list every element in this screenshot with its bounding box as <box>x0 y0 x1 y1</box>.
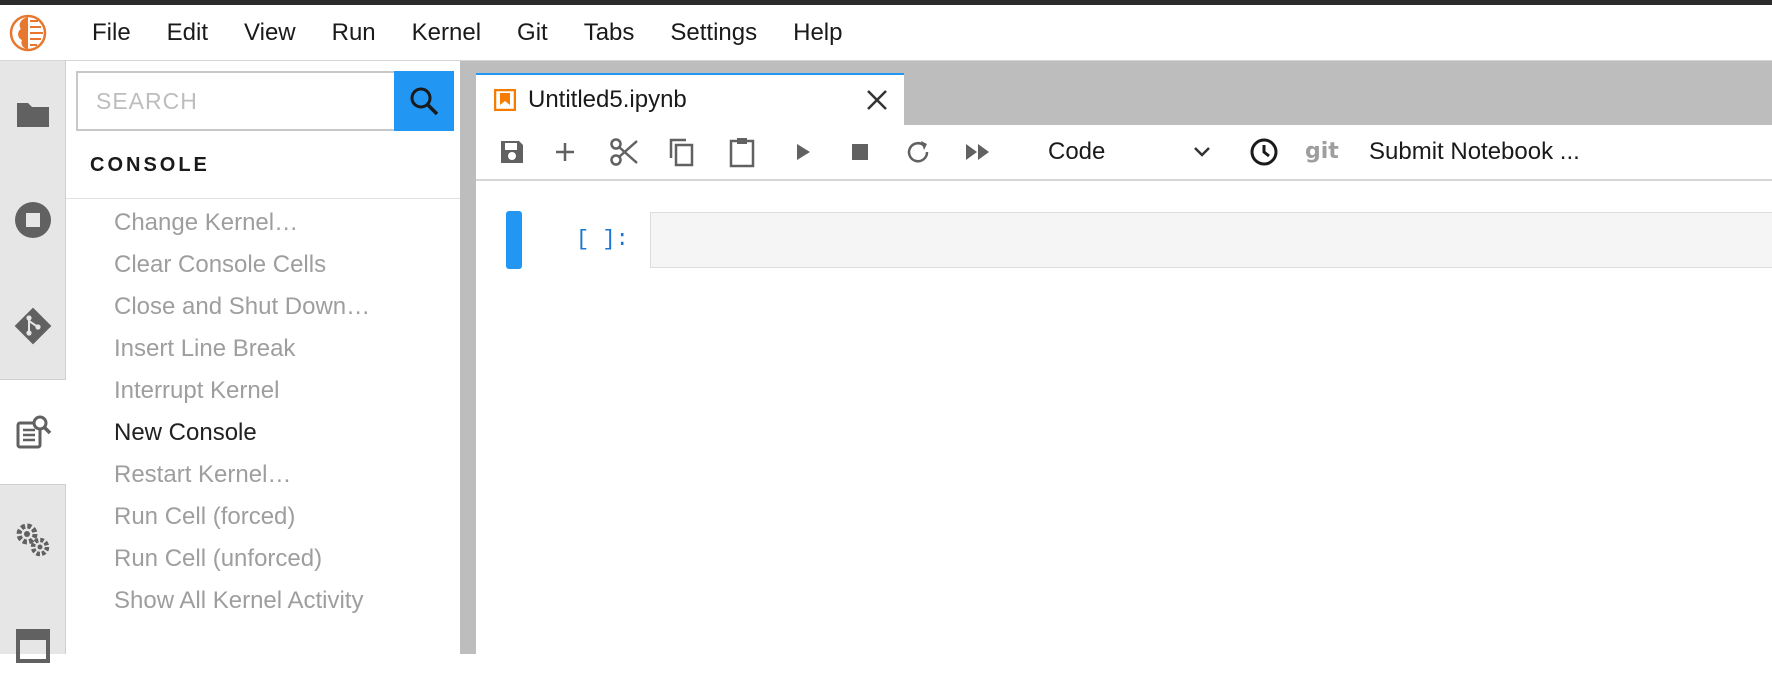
file-browser-tab[interactable] <box>0 61 66 167</box>
run-button[interactable] <box>784 125 820 179</box>
command-new-console[interactable]: New Console <box>66 412 460 454</box>
tab-bar: Untitled5.ipynb <box>476 61 1772 125</box>
interrupt-button[interactable] <box>842 125 878 179</box>
menu-list: File Edit View Run Kernel Git Tabs Setti… <box>74 5 860 61</box>
running-sessions-tab[interactable] <box>0 167 66 273</box>
menu-settings[interactable]: Settings <box>652 5 775 61</box>
insert-cell-button[interactable] <box>547 125 583 179</box>
command-insert-line-break[interactable]: Insert Line Break <box>66 328 460 370</box>
clock-icon <box>1250 138 1278 166</box>
app-logo-icon <box>2 5 54 61</box>
panel-splitter[interactable] <box>460 61 476 654</box>
menu-git[interactable]: Git <box>499 5 566 61</box>
activity-bar <box>0 61 67 663</box>
refresh-icon <box>907 141 929 163</box>
tab-title: Untitled5.ipynb <box>528 86 687 113</box>
chevron-down-icon <box>1194 147 1210 157</box>
section-title: CONSOLE <box>90 154 210 176</box>
search-button[interactable] <box>394 71 454 131</box>
command-run-cell-unforced[interactable]: Run Cell (unforced) <box>66 538 460 580</box>
submit-notebook-button[interactable]: Submit Notebook ... <box>1369 125 1580 179</box>
menu-view[interactable]: View <box>226 5 314 61</box>
tabs-list-tab[interactable] <box>0 593 66 699</box>
search-input[interactable] <box>76 71 394 131</box>
menu-help[interactable]: Help <box>775 5 860 61</box>
command-palette-panel: CONSOLE Change Kernel… Clear Console Cel… <box>66 61 460 654</box>
cut-button[interactable] <box>606 125 642 179</box>
menu-bar: File Edit View Run Kernel Git Tabs Setti… <box>0 5 1772 61</box>
property-inspector-tab[interactable] <box>0 487 66 593</box>
menu-kernel[interactable]: Kernel <box>394 5 499 61</box>
paste-button[interactable] <box>724 125 760 179</box>
property-inspector-icon <box>16 523 50 557</box>
menu-tabs[interactable]: Tabs <box>566 5 653 61</box>
copy-button[interactable] <box>664 125 700 179</box>
notebook-toolbar: Code git Submit Notebook ... <box>476 125 1772 181</box>
command-change-kernel[interactable]: Change Kernel… <box>66 202 460 244</box>
add-icon <box>556 143 574 161</box>
search-bar <box>76 71 454 131</box>
command-close-and-shut-down[interactable]: Close and Shut Down… <box>66 286 460 328</box>
section-divider <box>66 198 460 199</box>
command-clear-console-cells[interactable]: Clear Console Cells <box>66 244 460 286</box>
restart-run-all-button[interactable] <box>960 125 996 179</box>
save-button[interactable] <box>494 125 530 179</box>
play-icon <box>797 144 810 160</box>
scissors-icon <box>610 138 638 166</box>
copy-icon <box>669 138 694 167</box>
menu-run[interactable]: Run <box>314 5 394 61</box>
tabs-icon <box>16 629 50 663</box>
cell-type-value: Code <box>1048 138 1106 165</box>
code-cell-editor[interactable] <box>650 212 1772 268</box>
save-icon <box>501 141 523 163</box>
folder-icon <box>17 103 49 127</box>
command-interrupt-kernel[interactable]: Interrupt Kernel <box>66 370 460 412</box>
command-restart-kernel[interactable]: Restart Kernel… <box>66 454 460 496</box>
cell-prompt: [ ]: <box>576 227 629 252</box>
history-button[interactable] <box>1244 125 1284 179</box>
command-run-cell-forced[interactable]: Run Cell (forced) <box>66 496 460 538</box>
menu-file[interactable]: File <box>74 5 149 61</box>
paste-icon <box>729 138 755 168</box>
tab-notebook[interactable]: Untitled5.ipynb <box>476 73 904 125</box>
notebook-icon <box>494 89 516 111</box>
main-dock-area: Untitled5.ipynb Code git Submit Notebook… <box>476 61 1772 654</box>
close-icon[interactable] <box>864 87 890 113</box>
stop-icon <box>852 144 868 160</box>
command-show-all-kernel-activity[interactable]: Show All Kernel Activity <box>66 580 460 622</box>
search-icon <box>410 87 439 116</box>
command-list: Change Kernel… Clear Console Cells Close… <box>66 202 460 622</box>
restart-button[interactable] <box>900 125 936 179</box>
command-palette-icon <box>16 415 51 449</box>
menu-edit[interactable]: Edit <box>149 5 226 61</box>
git-icon <box>14 307 52 345</box>
command-palette-tab[interactable] <box>0 379 67 485</box>
git-tab[interactable] <box>0 273 66 379</box>
active-cell-indicator <box>506 211 522 269</box>
cell-type-select[interactable]: Code <box>1048 125 1226 179</box>
running-icon <box>15 202 51 238</box>
fast-forward-icon <box>966 144 989 160</box>
git-diff-button[interactable]: git <box>1305 125 1339 179</box>
